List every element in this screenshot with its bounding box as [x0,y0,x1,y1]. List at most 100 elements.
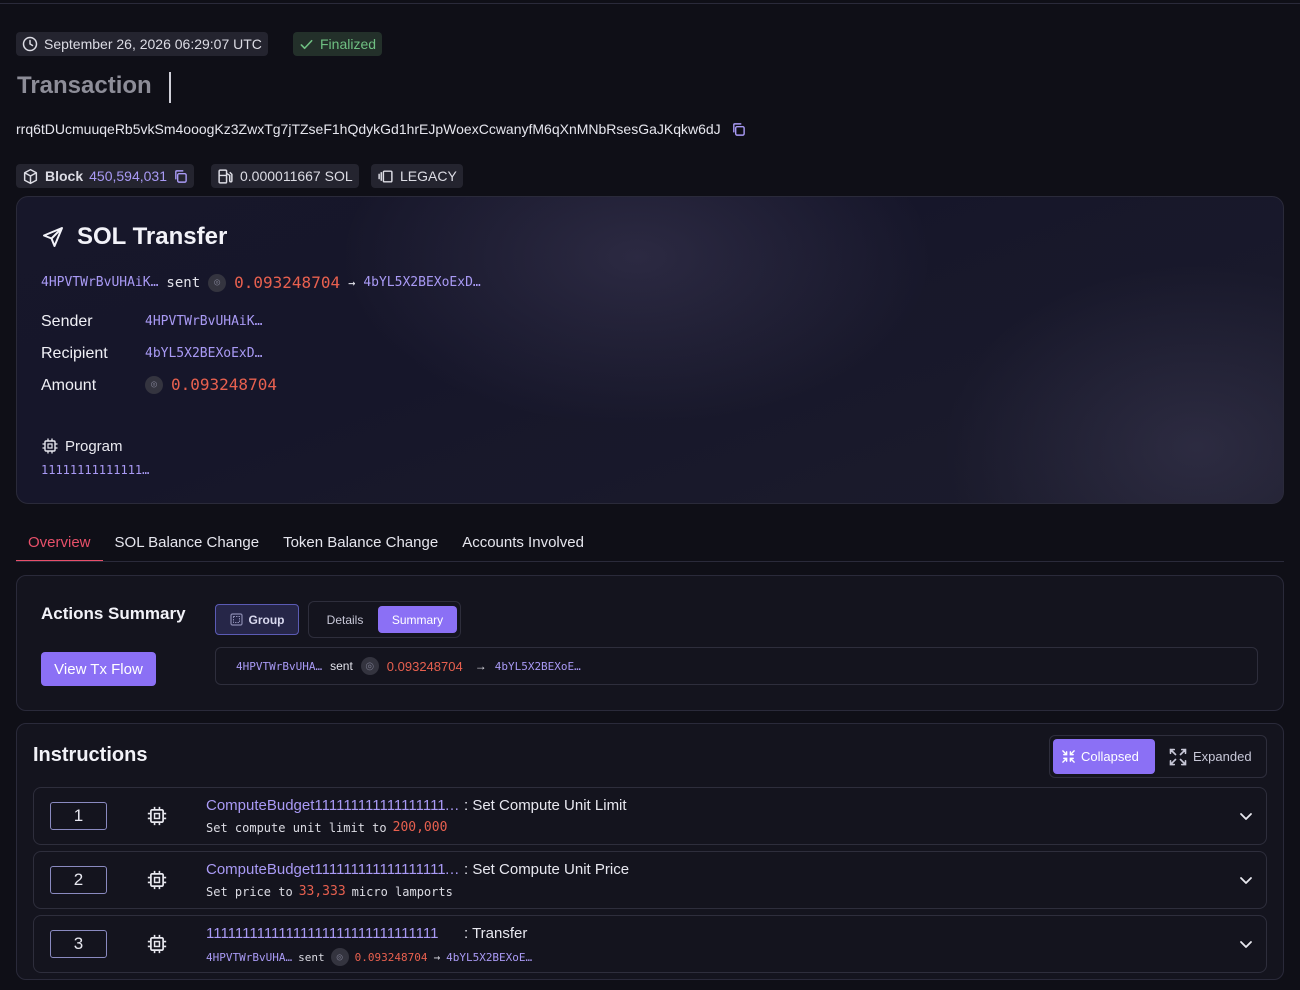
program-address-link[interactable]: 11111111111111… [41,463,149,477]
instruction-description: Set compute unit limit to 200,000 [206,820,447,835]
details-button[interactable]: Details [313,606,377,633]
fee-text: 0.000011667 SOL [240,168,353,184]
sol-coin-icon: ◎ [360,657,379,675]
recipient-value: 4bYL5X2BEXoExD… [145,346,262,361]
group-toggle[interactable]: Group [215,604,299,635]
timestamp-text: September 26, 2026 06:29:07 UTC [44,36,262,52]
block-badge: Block 450,594,031 [16,164,194,188]
title-divider [169,72,171,103]
view-mode-switch: Details Summary [308,601,461,638]
instruction-number: 3 [50,930,107,958]
amount-value: ◎ 0.093248704 [145,375,277,394]
program-label-text: Program [65,437,123,455]
desc-value: 33,333 [298,884,346,899]
signature-row: rrq6tDUcmuuqeRb5vkSm4ooogKz3ZwxTg7jTZseF… [16,121,746,137]
expanded-label: Expanded [1193,749,1252,764]
instruction-name: : Set Compute Unit Price [464,861,630,878]
instruction-row[interactable]: 3 11111111111111111111111111111111 : Tra… [33,915,1267,973]
layers-icon [378,169,393,183]
expanded-button[interactable]: Expanded [1160,739,1260,774]
tab-overview[interactable]: Overview [16,528,103,562]
instruction-row[interactable]: 2 ComputeBudget1111111111111111111111111… [33,851,1267,909]
status-badge: Finalized [293,32,383,56]
send-icon [43,227,63,247]
ins-to-link[interactable]: 4bYL5X2BEXoE… [446,951,532,964]
transfer-flow-line: 4HPVTWrBvUHAiK… sent ◎ 0.093248704 → 4bY… [41,273,481,292]
recipient-label: Recipient [41,345,108,362]
top-divider [0,0,1300,4]
tab-token-balance-change[interactable]: Token Balance Change [271,528,450,562]
tab-sol-balance-change[interactable]: SOL Balance Change [103,528,272,562]
instruction-program-link[interactable]: ComputeBudget111111111111111111111111111… [206,797,464,814]
instruction-row[interactable]: 1 ComputeBudget1111111111111111111111111… [33,787,1267,845]
summary-from-link[interactable]: 4HPVTWrBvUHA… [236,660,322,673]
sol-coin-icon: ◎ [208,273,227,292]
fee-badge: 0.000011667 SOL [211,164,359,188]
expand-icon [1169,748,1187,765]
chevron-down-icon[interactable] [1238,872,1254,888]
amount-value-text: 0.093248704 [171,375,277,394]
instructions-title: Instructions [33,744,148,766]
transfer-amount: 0.093248704 [234,273,341,292]
block-label: Block [45,168,84,184]
status-text: Finalized [320,36,377,52]
view-tx-flow-button[interactable]: View Tx Flow [41,652,156,686]
cpu-icon [42,438,58,454]
ins-sent-word: sent [298,950,325,964]
ins-from-link[interactable]: 4HPVTWrBvUHA… [206,951,292,964]
summary-to-link[interactable]: 4bYL5X2BEXoE… [495,660,581,673]
copy-icon[interactable] [731,122,746,137]
sol-coin-icon: ◎ [330,948,349,966]
transfer-card-title: SOL Transfer [41,223,227,251]
instruction-program-link[interactable]: 11111111111111111111111111111111 [206,925,464,942]
arrow-right-icon: → [348,275,356,290]
sol-coin-icon: ◎ [145,375,163,394]
tabs-divider [16,561,1284,562]
tab-accounts-involved[interactable]: Accounts Involved [450,528,596,562]
instruction-program-link[interactable]: ComputeBudget111111111111111111111111111… [206,861,464,878]
transfer-title-text: SOL Transfer [77,223,228,250]
to-address-link[interactable]: 4bYL5X2BEXoExD… [363,275,480,290]
cpu-icon [147,806,167,826]
fuel-pump-icon [218,168,233,184]
page-title: Transaction [17,72,152,99]
ins-amount: 0.093248704 [354,950,428,964]
group-square-icon [229,613,243,626]
action-summary-line: 4HPVTWrBvUHA… sent ◎ 0.093248704 → 4bYL5… [215,647,1258,685]
summary-amount: 0.093248704 [386,658,463,674]
arrow-right-icon: → [474,659,487,673]
summary-button[interactable]: Summary [378,606,457,633]
copy-block-icon[interactable] [173,169,188,184]
collapsed-button[interactable]: Collapsed [1053,739,1155,774]
sender-label: Sender [41,313,93,330]
program-label: Program [41,437,123,455]
amount-label: Amount [41,377,97,394]
instruction-number: 2 [50,866,107,894]
expand-mode-switch: Collapsed Expanded [1049,735,1267,778]
instruction-description: 4HPVTWrBvUHA… sent ◎ 0.093248704 → 4bYL5… [206,948,532,966]
block-number-link[interactable]: 450,594,031 [89,168,167,184]
instruction-name: : Set Compute Unit Limit [464,797,627,814]
recipient-address-link[interactable]: 4bYL5X2BEXoExD… [145,346,262,361]
desc-suffix: micro lamports [351,884,453,899]
sender-address-link[interactable]: 4HPVTWrBvUHAiK… [145,314,262,329]
group-label: Group [248,612,285,627]
version-text: LEGACY [400,168,457,184]
actions-summary-title: Actions Summary [41,604,186,623]
version-badge: LEGACY [371,164,463,188]
check-icon [300,39,313,49]
sent-word: sent [166,274,201,291]
summary-sent-word: sent [330,659,353,673]
desc-prefix: Set price to [206,884,293,899]
collapse-icon [1062,750,1075,763]
clock-icon [22,36,38,52]
chevron-down-icon[interactable] [1238,808,1254,824]
actions-summary-panel: Actions Summary Group Details Summary Vi… [16,575,1284,711]
chevron-down-icon[interactable] [1238,936,1254,952]
from-address-link[interactable]: 4HPVTWrBvUHAiK… [41,275,158,290]
sender-value: 4HPVTWrBvUHAiK… [145,314,262,329]
instruction-number: 1 [50,802,107,830]
instructions-panel: Instructions Collapsed Expanded 1 Comput… [16,723,1284,980]
desc-value: 200,000 [392,820,448,835]
arrow-right-icon: → [433,950,441,964]
